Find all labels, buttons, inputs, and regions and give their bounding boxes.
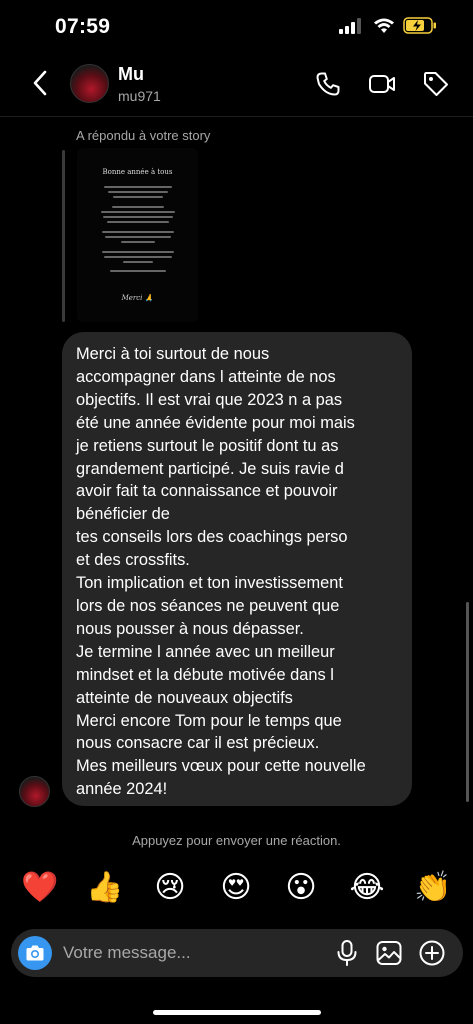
message-line: grandement participé. Je suis ravie d bbox=[76, 459, 344, 478]
story-text-line bbox=[108, 191, 168, 193]
story-text-line bbox=[104, 186, 172, 188]
reaction-bar: ❤️ 👍 😢 😍 😮 😂 👏 bbox=[0, 868, 473, 912]
story-text-line bbox=[103, 216, 173, 218]
microphone-icon bbox=[337, 940, 357, 966]
reaction-thumbs-up-button[interactable]: 👍 bbox=[83, 868, 127, 908]
gallery-button[interactable] bbox=[375, 939, 403, 967]
call-button[interactable] bbox=[313, 69, 343, 99]
reaction-clap-button[interactable]: 👏 bbox=[411, 868, 455, 908]
microphone-button[interactable] bbox=[333, 939, 361, 967]
message-line: tes conseils lors des coachings perso bbox=[76, 528, 348, 547]
message-line: accompagner dans l atteinte de nos bbox=[76, 367, 336, 386]
message-line: et des crossfits. bbox=[76, 551, 190, 570]
video-camera-icon bbox=[369, 75, 395, 93]
reaction-surprised-button[interactable]: 😮 bbox=[279, 868, 323, 908]
reaction-heart-eyes-button[interactable]: 😍 bbox=[214, 868, 258, 908]
story-text-line bbox=[102, 231, 174, 233]
message-line: été une année évidente pour moi mais bbox=[76, 413, 355, 432]
quote-bar bbox=[62, 150, 65, 322]
story-text-line bbox=[101, 211, 175, 213]
message-line: nous pousser à nous dépasser. bbox=[76, 619, 304, 638]
story-text-line bbox=[105, 236, 171, 238]
video-call-button[interactable] bbox=[367, 69, 397, 99]
message-line: atteinte de nouveaux objectifs bbox=[76, 688, 293, 707]
wifi-icon bbox=[374, 18, 394, 33]
chevron-left-icon bbox=[33, 70, 47, 96]
story-text-line bbox=[110, 270, 166, 272]
message-composer bbox=[11, 929, 463, 977]
message-line: lors de nos séances ne peuvent que bbox=[76, 596, 340, 615]
message-line: Merci encore Tom pour le temps que bbox=[76, 711, 342, 730]
status-time: 07:59 bbox=[55, 15, 111, 38]
message-line: je retiens surtout le positif dont tu as bbox=[76, 436, 339, 455]
back-button[interactable] bbox=[26, 68, 56, 98]
image-icon bbox=[376, 941, 402, 965]
tag-button[interactable] bbox=[421, 69, 451, 99]
story-text-line bbox=[123, 261, 153, 263]
contact-handle[interactable]: mu971 bbox=[118, 88, 161, 104]
message-line: Je termine l année avec un meilleur bbox=[76, 642, 335, 661]
message-line: Merci à toi surtout de nous bbox=[76, 345, 270, 363]
message-line: année 2024! bbox=[76, 780, 168, 799]
story-text-line bbox=[104, 256, 172, 258]
chat-header: Mu mu971 bbox=[0, 56, 473, 116]
message-line: bénéficier de bbox=[76, 505, 170, 524]
contact-name[interactable]: Mu bbox=[118, 64, 144, 85]
message-line: Mes meilleurs vœux pour cette nouvelle bbox=[76, 757, 366, 776]
header-divider bbox=[0, 116, 473, 117]
story-text-line bbox=[113, 196, 163, 198]
story-signature: Merci 🙏 bbox=[121, 294, 154, 302]
status-icons bbox=[339, 17, 437, 34]
message-line: nous consacre car il est précieux. bbox=[76, 734, 320, 753]
contact-avatar[interactable] bbox=[70, 64, 109, 103]
camera-button[interactable] bbox=[18, 936, 52, 970]
reaction-heart-button[interactable]: ❤️ bbox=[18, 868, 62, 908]
sender-avatar[interactable] bbox=[19, 776, 50, 807]
tag-icon bbox=[424, 72, 448, 96]
battery-icon bbox=[403, 17, 436, 34]
message-bubble[interactable]: Merci à toi surtout de nous accompagner … bbox=[62, 332, 412, 806]
signal-icon bbox=[339, 17, 361, 34]
message-line: mindset et la débute motivée dans l bbox=[76, 665, 334, 684]
story-text-line bbox=[121, 241, 155, 243]
story-reply-note: A répondu à votre story bbox=[76, 128, 211, 143]
message-line: avoir fait ta connaissance et pouvoir bbox=[76, 482, 338, 501]
camera-icon bbox=[26, 945, 44, 961]
scrollbar[interactable] bbox=[466, 602, 469, 802]
add-button[interactable] bbox=[418, 939, 446, 967]
status-bar: 07:59 bbox=[0, 0, 473, 56]
story-text-line bbox=[102, 251, 174, 253]
plus-circle-icon bbox=[419, 940, 445, 966]
message-line: objectifs. Il est vrai que 2023 n a pas bbox=[76, 390, 343, 409]
phone-icon bbox=[316, 72, 340, 96]
message-input[interactable] bbox=[63, 939, 323, 967]
story-title: Bonne année à tous bbox=[102, 168, 173, 176]
message-line: Ton implication et ton investissement bbox=[76, 574, 343, 593]
story-text-line bbox=[107, 221, 169, 223]
reaction-hint: Appuyez pour envoyer une réaction. bbox=[132, 833, 341, 848]
reaction-laughing-button[interactable]: 😂 bbox=[345, 868, 389, 908]
reaction-crying-button[interactable]: 😢 bbox=[148, 868, 192, 908]
home-indicator[interactable] bbox=[153, 1010, 321, 1015]
story-thumbnail[interactable]: Bonne année à tous Merci 🙏 bbox=[77, 148, 198, 322]
story-text-line bbox=[112, 206, 164, 208]
